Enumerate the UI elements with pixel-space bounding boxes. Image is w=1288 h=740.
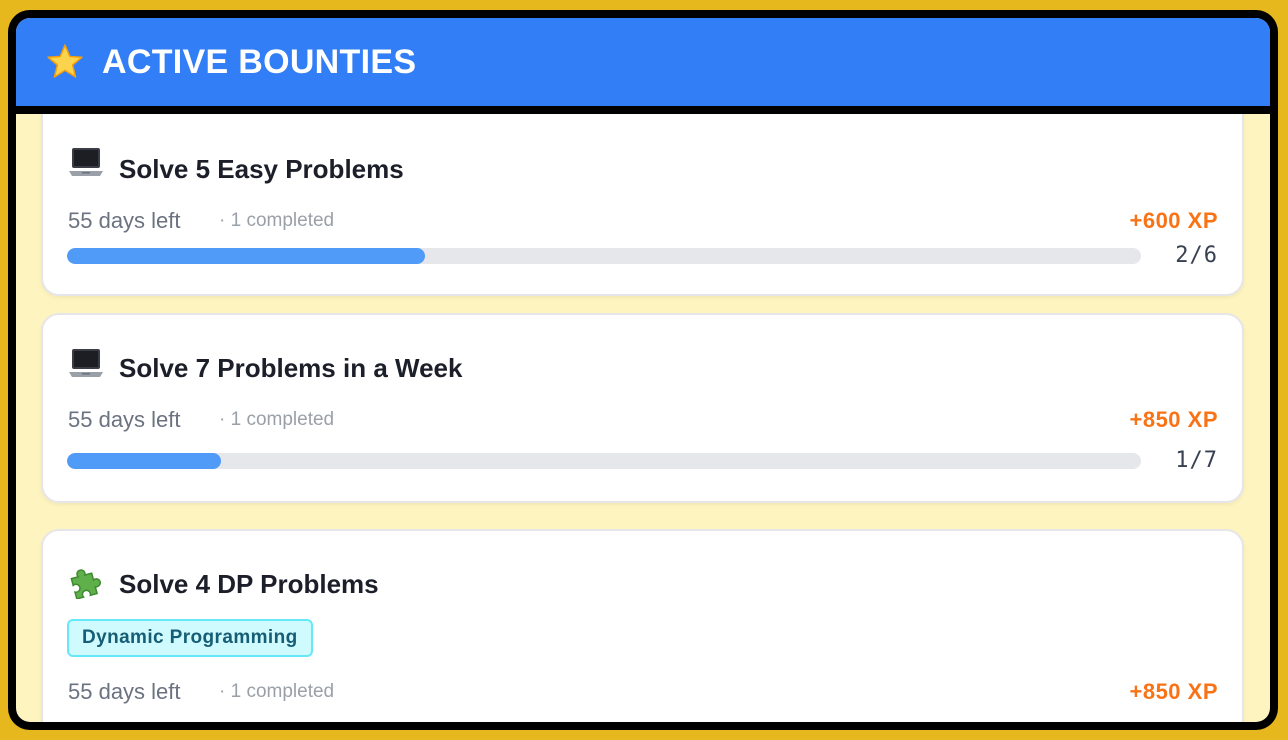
days-left: 55 days left (68, 407, 181, 432)
bounty-card[interactable]: Solve 4 DP Problems Dynamic Programming … (41, 529, 1244, 722)
days-left: 55 days left (68, 208, 181, 233)
completed-count: · 1 completed (219, 409, 335, 430)
bounty-list[interactable]: Solve 5 Easy Problems 55 days left · 1 c… (16, 18, 1270, 722)
laptop-icon (69, 148, 103, 176)
panel-header: ACTIVE BOUNTIES (16, 18, 1270, 114)
bounty-title: Solve 5 Easy Problems (119, 154, 404, 184)
panel-title: ACTIVE BOUNTIES (102, 42, 417, 81)
progress-fill (67, 453, 221, 469)
xp-reward: +600 XP (1129, 208, 1218, 233)
progress-fill (67, 248, 425, 264)
days-left: 55 days left (68, 679, 181, 704)
laptop-icon (69, 349, 103, 377)
progress-count: 1/7 (1175, 448, 1218, 473)
bounty-card[interactable]: Solve 5 Easy Problems 55 days left · 1 c… (41, 84, 1244, 296)
completed-count: · 1 completed (219, 681, 335, 702)
bounty-title: Solve 4 DP Problems (119, 569, 379, 599)
progress-bar (67, 248, 1141, 264)
topic-tag[interactable]: Dynamic Programming (67, 619, 313, 657)
completed-count: · 1 completed (219, 210, 335, 231)
progress-count: 2/6 (1175, 243, 1218, 268)
xp-reward: +850 XP (1129, 679, 1218, 704)
progress-bar (67, 453, 1141, 469)
bounty-panel: Solve 5 Easy Problems 55 days left · 1 c… (16, 18, 1270, 722)
star-icon (47, 44, 83, 78)
bounty-panel-frame: Solve 5 Easy Problems 55 days left · 1 c… (8, 10, 1278, 730)
bounty-card[interactable]: Solve 7 Problems in a Week 55 days left … (41, 313, 1244, 503)
xp-reward: +850 XP (1129, 407, 1218, 432)
bounty-title: Solve 7 Problems in a Week (119, 353, 463, 383)
puzzle-icon (70, 569, 101, 599)
